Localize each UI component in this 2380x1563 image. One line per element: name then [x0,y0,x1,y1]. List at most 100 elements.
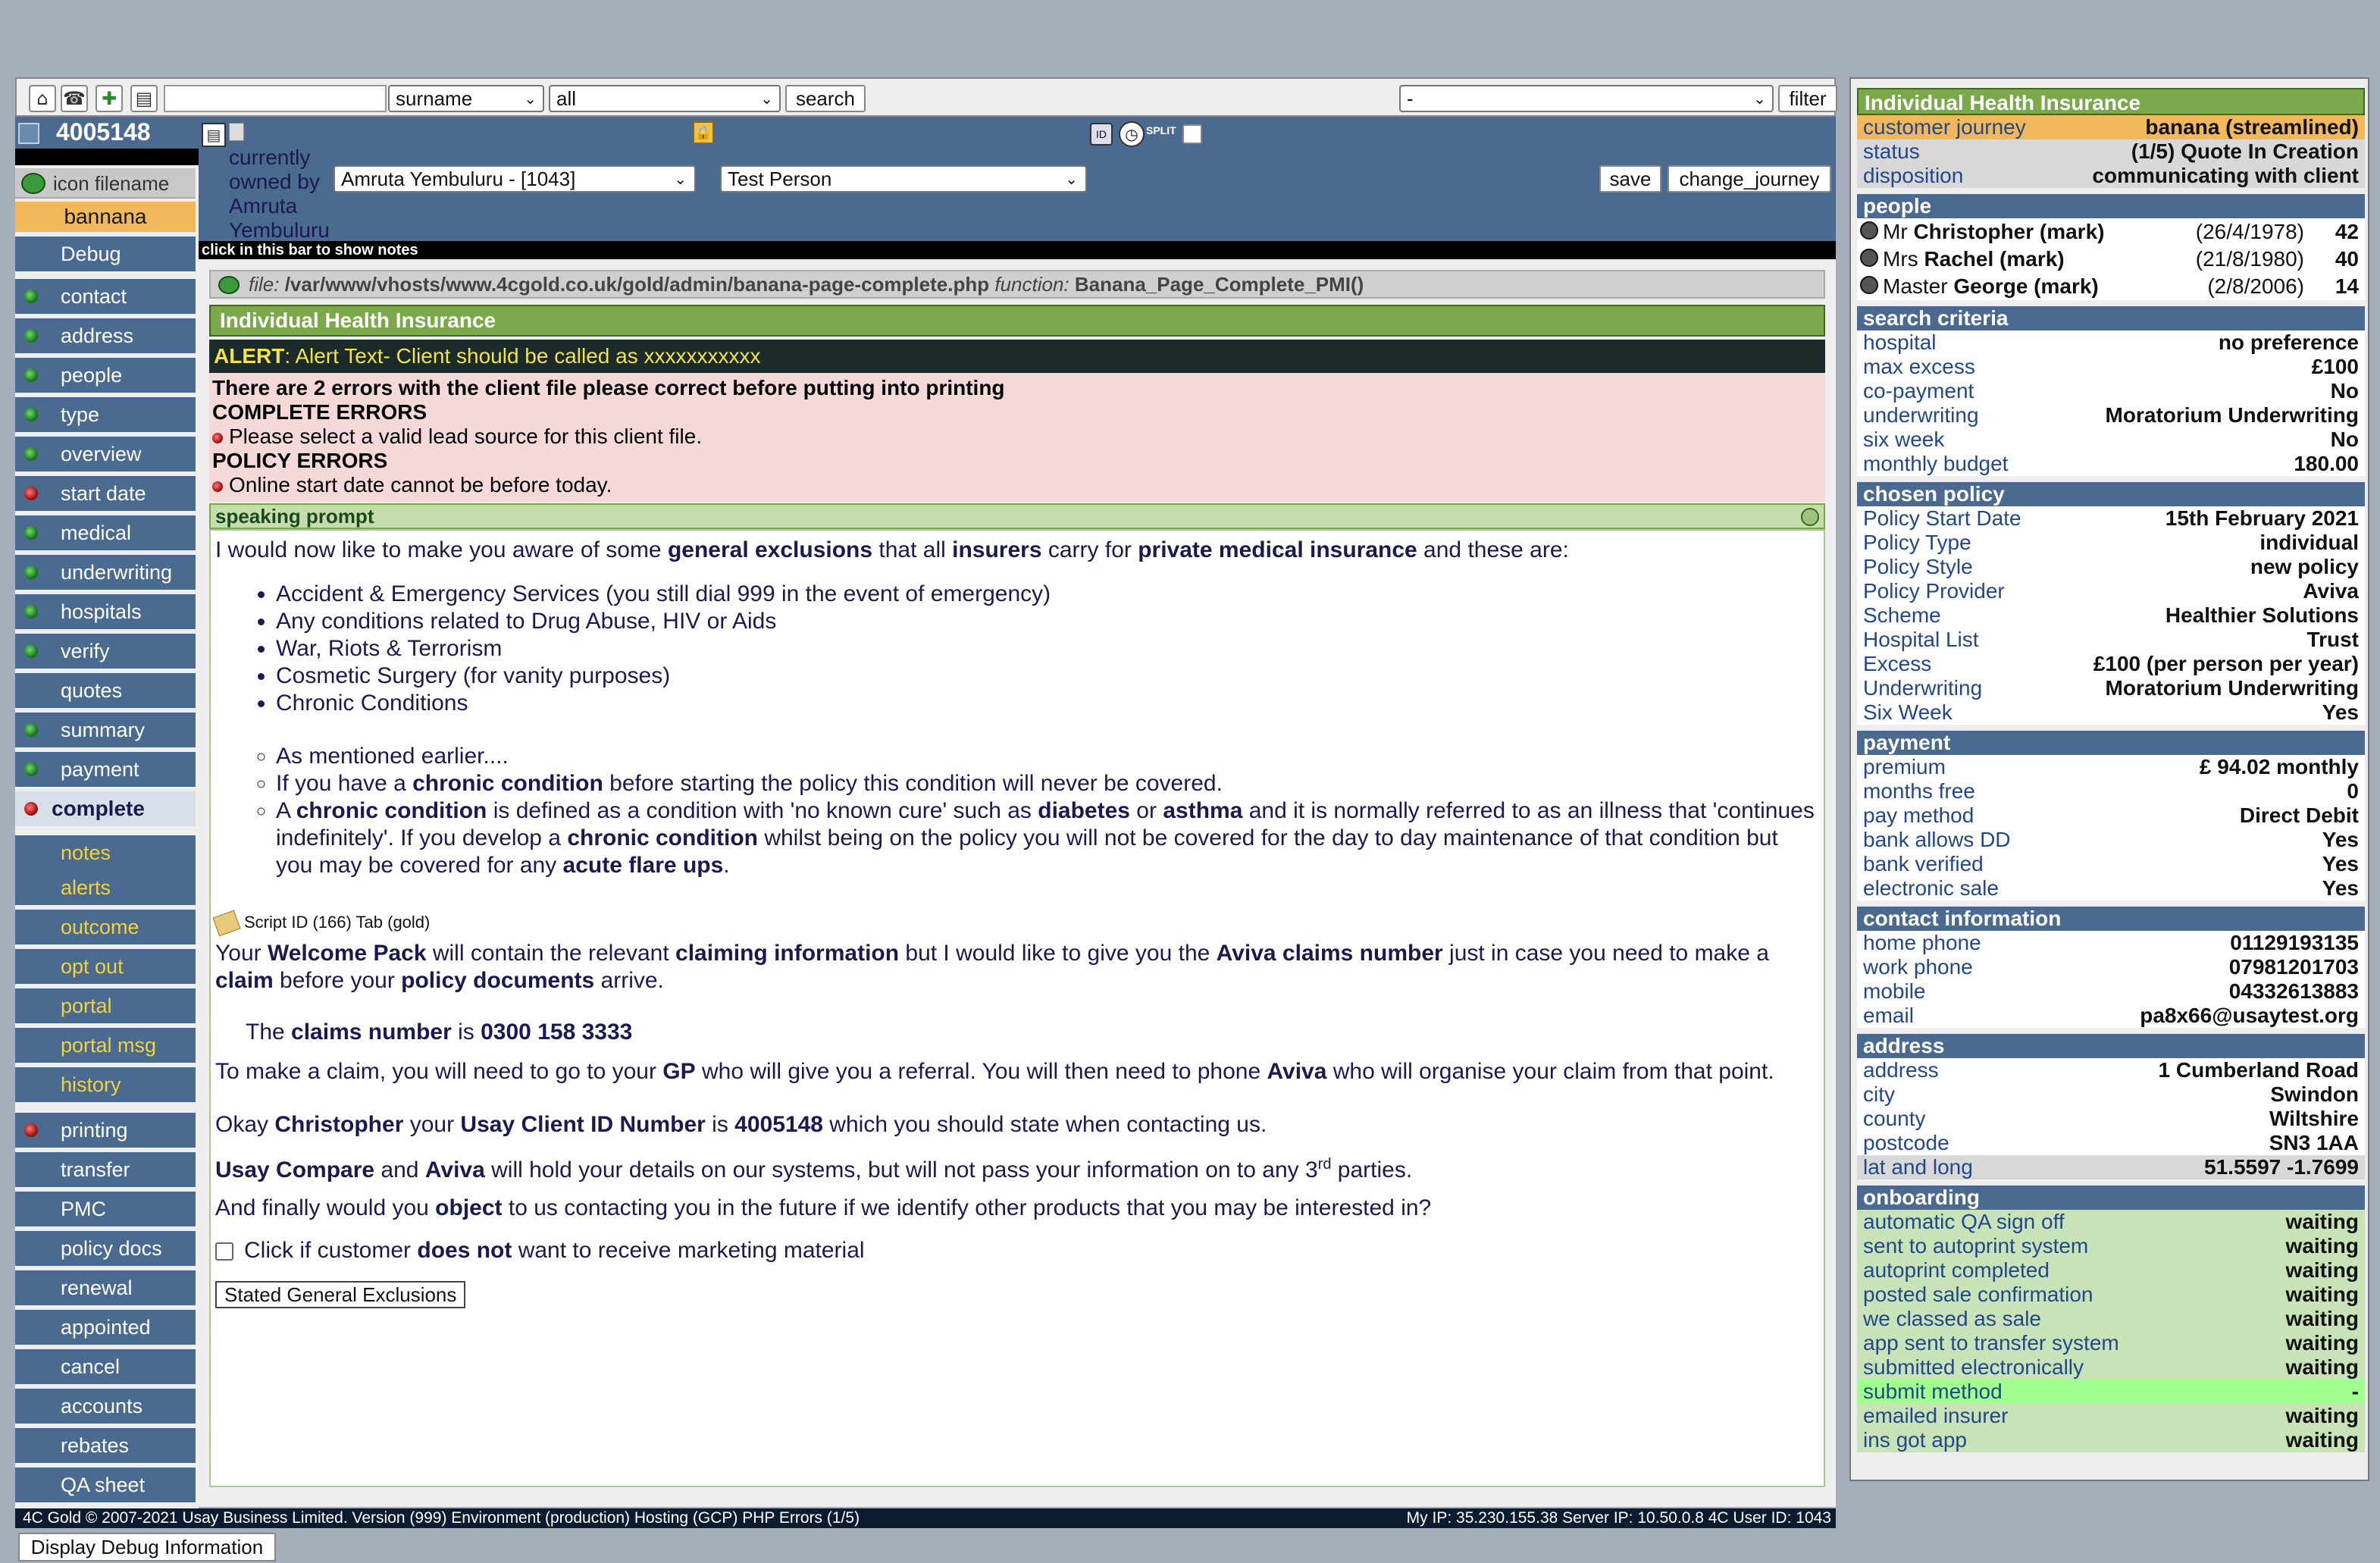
nav-item-qa-sheet[interactable]: QA sheet [15,1467,196,1502]
search-input[interactable] [164,85,387,112]
nav-item-label: opt out [61,955,124,978]
nav-item-overview[interactable]: overview [15,437,196,471]
notes-toggle-icon[interactable]: ▤ [202,123,226,147]
info-key: lat and long [1863,1155,1973,1179]
nav-item-notes[interactable]: notes [15,835,196,870]
nav-item-underwriting[interactable]: underwriting [15,555,196,590]
left-nav: 4005148 icon filename bannana Debug conta… [15,117,199,1510]
nav-item-policy-docs[interactable]: policy docs [15,1231,196,1266]
info-key: automatic QA sign off [1863,1210,2065,1233]
phone-icon[interactable]: ☎ [61,85,88,112]
search-field-value: surname [396,87,473,110]
nav-item-label: accounts [61,1395,143,1417]
nav-item-cancel[interactable]: cancel [15,1349,196,1384]
notes-bar[interactable]: click in this bar to show notes [199,241,1836,259]
text-run: Click if customer [244,1238,418,1263]
nav-item-start-date[interactable]: start date [15,476,196,511]
chosen-policy-section: chosen policy Policy Start Date 15th Febru… [1857,482,2365,725]
marketing-checkbox-row[interactable]: Click if customer does not want to recei… [215,1237,1819,1264]
script-panel: I would now like to make you aware of so… [209,529,1825,1487]
broken-image-icon [229,123,244,141]
info-key: electronic sale [1863,876,1999,900]
info-value: - [2351,1380,2359,1403]
nav-item-payment[interactable]: payment [15,752,196,787]
split-checkbox[interactable] [1182,124,1202,144]
payment-heading: payment [1857,731,2365,755]
error-bullet-icon [212,481,223,492]
nav-item-appointed[interactable]: appointed [15,1310,196,1345]
nav-item-summary[interactable]: summary [15,713,196,747]
nav-item-address[interactable]: address [15,318,196,353]
info-key: home phone [1863,931,1981,954]
exclusions-list: Accident & Emergency Services (you still… [276,581,1819,717]
collapse-icon[interactable] [1801,508,1819,526]
marketing-checkbox[interactable] [215,1242,233,1261]
nav-item-label: notes [61,841,111,864]
change-journey-button[interactable]: change_journey [1668,165,1831,193]
lock-icon[interactable]: 🔒 [693,121,714,144]
nav-item-rebates[interactable]: rebates [15,1428,196,1463]
id-card-icon[interactable]: ID [1090,123,1113,146]
person-row[interactable]: Mrs Rachel (mark) (21/8/1980) 40 [1857,246,2365,273]
person-row[interactable]: Master George (mark) (2/8/2006) 14 [1857,273,2365,300]
split-label[interactable]: SPLIT [1146,124,1176,136]
document-icon[interactable]: ▤ [130,85,158,112]
status-ok-icon [24,565,38,579]
owner-select[interactable]: Amruta Yembuluru - [1043] ⌄ [334,165,696,193]
complete-errors-label: COMPLETE ERRORS [212,400,427,424]
nav-item-history[interactable]: history [15,1067,196,1102]
search-scope-select[interactable]: all ⌄ [549,85,781,112]
nav-item-medical[interactable]: medical [15,515,196,550]
errors-box: There are 2 errors with the client file … [209,373,1825,502]
nav-item-alerts[interactable]: alerts [15,870,196,905]
edit-pencil-icon[interactable] [212,910,241,937]
info-value: No [2330,428,2359,451]
nav-item-quotes[interactable]: quotes [15,673,196,708]
info-row: app sent to transfer system waiting [1857,1331,2365,1355]
clock-icon[interactable]: ◷ [1119,121,1145,147]
person-row[interactable]: Mr Christopher (mark) (26/4/1978) 42 [1857,218,2365,246]
stated-row: Stated General Exclusions [215,1281,1819,1308]
text-run: just in case you need to make a [1442,941,1769,966]
nav-item-people[interactable]: people [15,358,196,393]
nav-item-contact[interactable]: contact [15,279,196,314]
client-flag-icon[interactable] [18,123,39,144]
nav-item-transfer[interactable]: transfer [15,1152,196,1187]
filter-button[interactable]: filter [1778,85,1837,112]
search-field-select[interactable]: surname ⌄ [388,85,544,112]
info-row: months free 0 [1857,779,2365,803]
nav-item-complete[interactable]: complete [15,791,196,826]
search-button[interactable]: search [785,85,866,112]
nav-item-opt-out[interactable]: opt out [15,949,196,984]
nav-item-pmc[interactable]: PMC [15,1192,196,1226]
nav-item-accounts[interactable]: accounts [15,1389,196,1424]
nav-item-type[interactable]: type [15,397,196,432]
info-row: posted sale confirmation waiting [1857,1283,2365,1307]
nav-item-printing[interactable]: printing [15,1113,196,1148]
info-value: 04332613883 [2228,979,2359,1003]
nav-item-debug[interactable]: Debug [15,236,196,271]
display-debug-button[interactable]: Display Debug Information [18,1533,276,1561]
info-value: No [2330,379,2359,402]
nav-item-hospitals[interactable]: hospitals [15,594,196,629]
nav-item-portal-msg[interactable]: portal msg [15,1028,196,1063]
file-info-bar: file: /var/www/vhosts/www.4cgold.co.uk/g… [209,270,1825,299]
nav-item-verify[interactable]: verify [15,634,196,669]
info-row: city Swindon [1857,1082,2365,1107]
stated-exclusions-button[interactable]: Stated General Exclusions [215,1281,466,1308]
usay-and: and [374,1157,425,1182]
person-select[interactable]: Test Person ⌄ [720,165,1087,193]
nav-item-renewal[interactable]: renewal [15,1270,196,1305]
text-run: And finally would you [215,1195,436,1220]
nav-item-label: renewal [61,1276,133,1299]
home-icon[interactable]: ⌂ [29,85,56,112]
add-client-icon[interactable]: ✚ [96,85,123,112]
nav-item-outcome[interactable]: outcome [15,910,196,944]
status-ok-icon [24,329,38,343]
frog-icon [21,173,45,194]
save-button[interactable]: save [1599,165,1661,193]
info-value: (1/5) Quote In Creation [2131,139,2359,163]
nav-item-portal[interactable]: portal [15,988,196,1023]
filter-select[interactable]: - ⌄ [1399,85,1774,112]
person-title: Mr [1883,220,1914,243]
